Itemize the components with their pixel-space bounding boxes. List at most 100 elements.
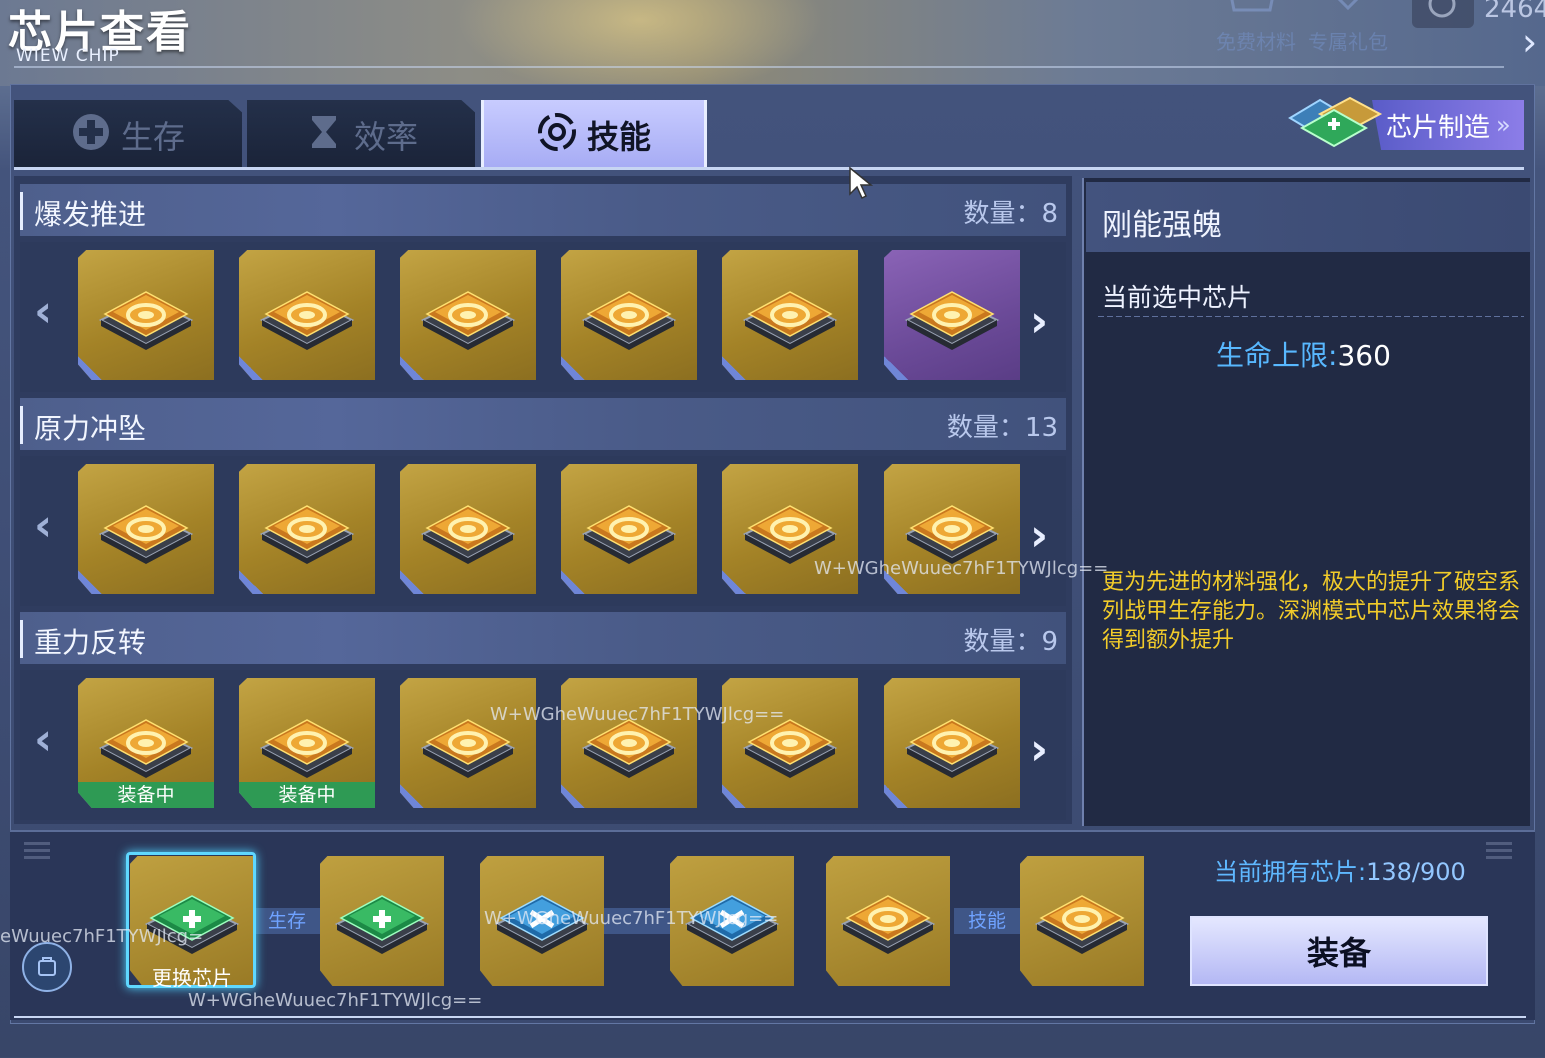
tab-skill-label: 技能 (586, 117, 651, 156)
change-chip-label[interactable]: 更换芯片 (130, 962, 254, 991)
owned-value: 138/900 (1366, 858, 1466, 886)
detail-title: 刚能强魄 (1102, 208, 1222, 243)
connector-skill: 技能 (954, 908, 1020, 934)
chip-card[interactable]: 装备中 (239, 678, 375, 808)
chevron-right-double-icon: » (1496, 111, 1511, 139)
selected-chip-label: 当前选中芯片 (1102, 283, 1253, 312)
gift-icon[interactable] (1226, 0, 1278, 20)
tab-survival[interactable]: 生存 (14, 100, 242, 169)
page-subtitle: WIEW CHIP (16, 46, 120, 66)
equip-button[interactable]: 装备 (1190, 916, 1488, 986)
skill-chip-icon (574, 268, 684, 362)
chip-description: 更为先进的材料强化，极大的提升了破空系列战甲生存能力。深渊模式中芯片效果将会得到… (1102, 570, 1521, 653)
chevron-left-icon[interactable]: ‹ (34, 290, 52, 334)
skill-chip-icon (897, 696, 1007, 790)
tab-efficiency-label: 效率 (353, 117, 418, 156)
section-header-burst: 爆发推进 数量：8 (20, 184, 1066, 236)
exclusive-gift-link[interactable]: 专属礼包 (1308, 26, 1388, 55)
skill-chip-icon (735, 268, 845, 362)
detail-panel (1082, 178, 1530, 826)
chip-card[interactable] (722, 250, 858, 380)
mouse-cursor-icon (848, 166, 876, 204)
chip-card[interactable] (400, 464, 536, 594)
free-material-link[interactable]: 免费材料 (1216, 26, 1296, 55)
chip-card[interactable] (561, 250, 697, 380)
chevron-left-icon[interactable]: ‹ (34, 504, 52, 548)
section-title: 爆发推进 (34, 198, 147, 231)
watermark: eWuuec7hF1TYWJlcg= (0, 926, 204, 947)
section-title: 原力冲坠 (34, 412, 147, 445)
watermark: W+WGheWuuec7hF1TYWJlcg== (484, 908, 779, 929)
section-title: 重力反转 (34, 626, 147, 659)
gold-chip-icon (833, 872, 943, 966)
skill-chip-icon (252, 696, 362, 790)
chip-card[interactable] (722, 678, 858, 808)
skill-chip-icon (252, 482, 362, 576)
chevron-right-icon[interactable]: › (1030, 728, 1048, 772)
chip-card[interactable] (239, 250, 375, 380)
chip-card[interactable] (78, 464, 214, 594)
skill-chip-icon (91, 482, 201, 576)
equipped-badge: 装备中 (239, 782, 375, 808)
skill-chip-icon (252, 268, 362, 362)
chip-make-button[interactable]: 芯片制造 » (1372, 100, 1524, 150)
menu-lines-icon (1486, 838, 1512, 864)
equipped-slot[interactable] (320, 856, 444, 986)
equipped-slot[interactable] (1020, 856, 1144, 986)
tab-skill[interactable]: 技能 (481, 100, 707, 169)
section-count: 数量：8 (963, 199, 1058, 229)
skill-chip-icon (91, 696, 201, 790)
stat-value: 360 (1337, 339, 1391, 372)
owned-label: 当前拥有芯片: (1214, 858, 1367, 886)
hourglass-icon (304, 112, 344, 158)
chip-card[interactable] (884, 250, 1020, 380)
skill-chip-icon (91, 268, 201, 362)
shop-cart-button[interactable] (22, 942, 72, 992)
chip-card[interactable] (561, 678, 697, 808)
section-count: 数量：13 (946, 413, 1058, 443)
section-header-force: 原力冲坠 数量：13 (20, 398, 1066, 450)
menu-lines-icon (24, 838, 50, 864)
chip-card[interactable] (400, 678, 536, 808)
chevron-left-icon[interactable]: ‹ (34, 718, 52, 762)
section-header-gravity: 重力反转 数量：9 (20, 612, 1066, 664)
watermark: W+WGheWuuec7hF1TYWJlcg== (490, 704, 785, 725)
green-chip-icon (327, 872, 437, 966)
tabs-divider (14, 167, 1524, 170)
package-icon[interactable] (1326, 0, 1370, 20)
close-icon[interactable]: › (1522, 20, 1537, 64)
chip-card[interactable]: 装备中 (78, 678, 214, 808)
chevron-right-icon[interactable]: › (1030, 300, 1048, 344)
equipped-badge: 装备中 (78, 782, 214, 808)
bottom-divider (14, 1016, 1526, 1018)
cart-icon (38, 957, 56, 976)
chip-make-label: 芯片制造 (1386, 112, 1491, 143)
watermark: W+WGheWuuec7hF1TYWJlcg== (814, 558, 1109, 579)
section-count: 数量：9 (963, 627, 1058, 657)
owned-chips: 当前拥有芯片:138/900 (1214, 852, 1466, 887)
chip-card[interactable] (78, 250, 214, 380)
equipped-slot[interactable] (826, 856, 950, 986)
chip-card[interactable] (884, 678, 1020, 808)
chip-card[interactable] (239, 464, 375, 594)
gold-chip-icon (1027, 872, 1137, 966)
chevron-right-icon[interactable]: › (1030, 514, 1048, 558)
skill-chip-icon (413, 482, 523, 576)
skill-chip-icon (897, 268, 1007, 362)
target-icon (537, 112, 577, 158)
header-divider (14, 66, 1504, 68)
skill-chip-icon (413, 268, 523, 362)
chip-card[interactable] (561, 464, 697, 594)
plus-cross-icon (71, 112, 111, 158)
chip-card[interactable] (400, 250, 536, 380)
tab-survival-label: 生存 (120, 117, 185, 156)
tab-efficiency[interactable]: 效率 (247, 100, 475, 169)
watermark: W+WGheWuuec7hF1TYWJlcg== (188, 990, 483, 1011)
stat-key: 生命上限: (1216, 339, 1338, 372)
stat-line: 生命上限:360 (1216, 334, 1391, 374)
skill-chip-icon (574, 482, 684, 576)
detail-divider (1098, 316, 1524, 317)
chip-stack-icon (1280, 90, 1390, 160)
connector-survival: 生存 (254, 908, 320, 934)
currency-icon (1412, 0, 1474, 28)
